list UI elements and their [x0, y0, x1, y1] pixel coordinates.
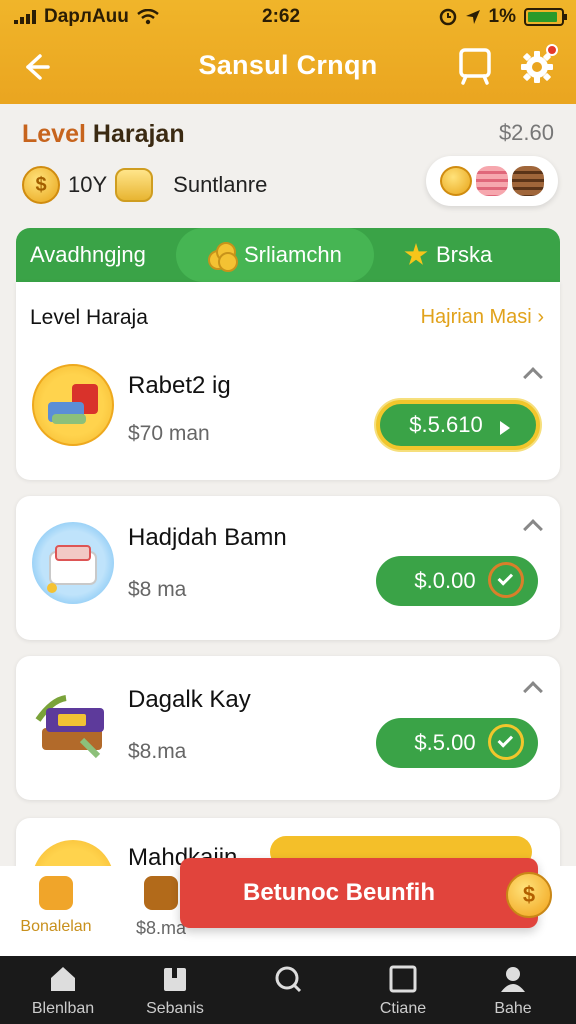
books-icon	[35, 695, 104, 759]
buy-button[interactable]: $.5.610	[376, 400, 540, 450]
item-name: Rabet2 ig	[128, 372, 231, 399]
notification-dot	[546, 44, 558, 56]
home-icon	[51, 967, 75, 991]
store-icon	[164, 968, 186, 991]
gold-coin-icon	[440, 166, 472, 196]
profile-icon	[501, 967, 525, 992]
tab-1[interactable]: Srliamchn	[176, 228, 374, 282]
level-name: Harajan	[92, 120, 185, 148]
document-icon[interactable]	[456, 46, 494, 86]
see-more-label: Hajrian Masi	[420, 306, 532, 328]
nav-label: Blenlban	[31, 1000, 95, 1017]
clock: 2:62	[262, 6, 301, 27]
battery-percent: 1%	[488, 6, 516, 27]
box-icon	[47, 545, 97, 593]
settings-button[interactable]	[518, 44, 558, 86]
item-price: $70 man	[128, 422, 210, 445]
promo-banner[interactable]: Betunoc Beunfih $	[180, 858, 552, 928]
tab-2[interactable]: Brska	[404, 228, 492, 282]
nav-label: Sebanis	[146, 1000, 204, 1017]
check-icon	[488, 724, 524, 760]
pink-coin-icon	[476, 166, 508, 196]
lock-icon	[144, 876, 178, 910]
chevron-right-icon: ›	[537, 306, 544, 328]
see-more-link[interactable]: Hajrian Masi ›	[421, 306, 544, 329]
buy-button-label: $.5.610	[409, 412, 483, 437]
nav-item-square[interactable]: Ctiane	[348, 964, 458, 1018]
section-heading: Level Haraja	[30, 306, 148, 329]
location-icon	[465, 10, 480, 24]
star-icon	[404, 243, 428, 265]
nav-item-store[interactable]: Sebanis	[120, 964, 230, 1018]
item-icon-gifts	[32, 364, 114, 446]
chevron-up-right-icon[interactable]	[523, 367, 543, 387]
status-bar: DapлАuu 2:62 1%	[0, 0, 576, 34]
item-price: $8.ma	[128, 740, 187, 763]
carrier-label: DapлАuu	[44, 6, 129, 27]
coin-count: 10Y	[68, 172, 108, 197]
wifi-icon	[137, 9, 159, 25]
tab-1-label: Srliamchn	[244, 242, 342, 267]
owned-button-label: $.5.00	[414, 730, 476, 755]
play-arrow-icon	[500, 421, 510, 435]
coin-stack-icon	[115, 168, 154, 202]
strip-label: Bonalelan	[20, 918, 92, 935]
bottom-nav: Blenlban Sebanis Ctiane Bahe	[0, 956, 576, 1024]
brown-coin-icon	[512, 166, 544, 196]
bag-icon	[39, 876, 73, 910]
gift-box-icon	[48, 384, 98, 424]
battery-fill	[528, 12, 557, 22]
search-icon	[275, 966, 302, 993]
item-card: Dagalk Kay $8.ma $.5.00	[16, 656, 560, 800]
level-panel: Level Haraja Hajrian Masi › Rabet2 ig $7…	[16, 282, 560, 480]
nav-item-profile[interactable]: Bahe	[458, 964, 568, 1018]
coin-summary: $ 10Y Suntlanre	[22, 166, 267, 204]
app-header: DapлАuu 2:62 1% Sansul Crnqn	[0, 0, 576, 104]
item-price: $8 ma	[128, 578, 187, 601]
promo-label: Betunoc Beunfih	[243, 879, 435, 906]
chevron-up-right-icon[interactable]	[523, 519, 543, 539]
item-icon-box	[32, 522, 114, 604]
signal-icon	[14, 10, 36, 24]
coins-icon	[208, 238, 238, 272]
coin-label: Suntlanre	[173, 172, 268, 197]
coin-icon: $	[22, 166, 60, 204]
owned-button[interactable]: $.0.00	[376, 556, 538, 606]
nav-item-search[interactable]	[233, 964, 343, 1000]
owned-button-label: $.0.00	[414, 568, 476, 593]
battery-icon	[524, 8, 567, 26]
dollar-coin-icon: $	[506, 872, 552, 918]
balance-amount: $2.60	[498, 120, 554, 145]
owned-button[interactable]: $.5.00	[376, 718, 538, 768]
level-title: Level Harajan	[22, 120, 185, 149]
token-pill[interactable]	[426, 156, 558, 206]
item-name: Dagalk Kay	[128, 686, 251, 713]
tab-0[interactable]: Avadhngjng	[30, 228, 146, 282]
category-tabs: Avadhngjng Srliamchn Brska	[16, 228, 560, 282]
item-card: Hadjdah Bamn $8 ma $.0.00	[16, 496, 560, 640]
strip-item-bonus[interactable]: Bonalelan	[16, 876, 96, 936]
level-prefix: Level	[22, 120, 86, 148]
item-icon-books	[32, 680, 114, 762]
nav-item-home[interactable]: Blenlban	[8, 964, 118, 1018]
check-icon	[488, 562, 524, 598]
item-name: Hadjdah Bamn	[128, 524, 287, 551]
chevron-up-right-icon[interactable]	[523, 681, 543, 701]
nav-label: Ctiane	[379, 1000, 427, 1017]
alarm-icon	[439, 8, 456, 26]
square-icon	[389, 965, 417, 993]
nav-label: Bahe	[494, 1000, 532, 1017]
strip-price: $8.ma	[135, 918, 187, 938]
tab-2-label: Brska	[436, 242, 493, 267]
